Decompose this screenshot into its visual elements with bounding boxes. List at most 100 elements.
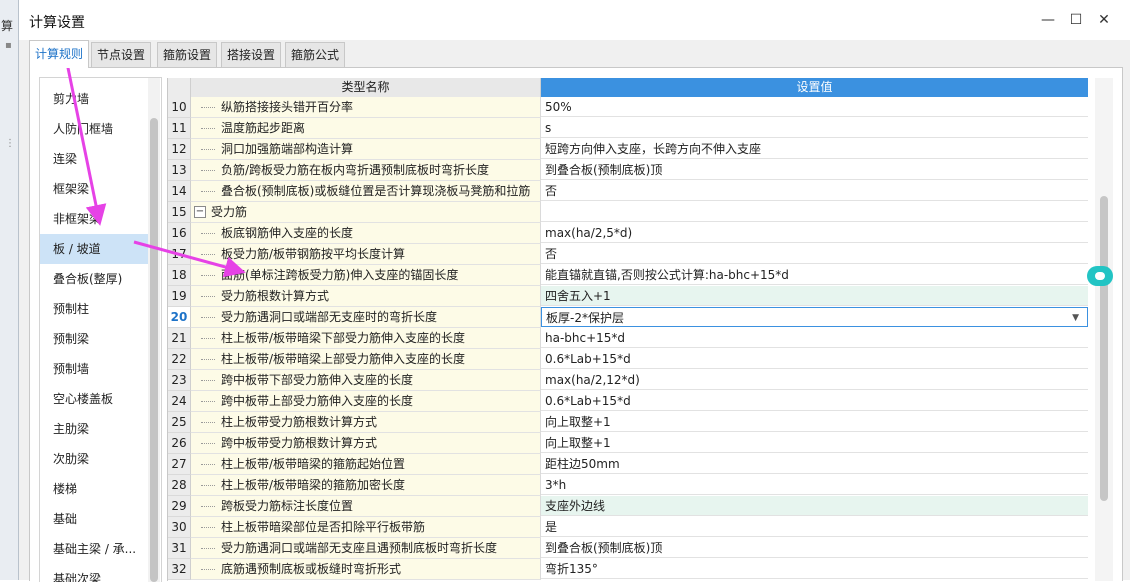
- tab-stirrup-formula[interactable]: 箍筋公式: [285, 42, 346, 67]
- setting-value-cell[interactable]: 向上取整+1: [541, 433, 1088, 453]
- setting-value-cell[interactable]: 短跨方向伸入支座，长跨方向不伸入支座: [541, 139, 1088, 159]
- table-row[interactable]: 10 纵筋搭接接头错开百分率 50%: [168, 97, 1088, 118]
- table-row[interactable]: 29 跨板受力筋标注长度位置 支座外边线: [168, 496, 1088, 517]
- setting-value-cell[interactable]: 0.6*Lab+15*d: [541, 349, 1088, 369]
- list-item-foundation[interactable]: 基础: [40, 504, 148, 534]
- list-item-shear-wall[interactable]: 剪力墙: [40, 84, 148, 114]
- tree-line: [201, 569, 215, 570]
- table-row[interactable]: 23 跨中板带下部受力筋伸入支座的长度 max(ha/2,12*d): [168, 370, 1088, 391]
- type-name-text: 洞口加强筋端部构造计算: [221, 142, 354, 156]
- list-item-coupling-beam[interactable]: 连梁: [40, 144, 148, 174]
- table-row[interactable]: 20 受力筋遇洞口或端部无支座时的弯折长度 板厚-2*保护层 ▼: [168, 307, 1088, 328]
- maximize-button[interactable]: ☐: [1065, 10, 1087, 30]
- setting-value-cell[interactable]: 到叠合板(预制底板)顶: [541, 160, 1088, 180]
- setting-value-cell[interactable]: 支座外边线: [541, 496, 1088, 516]
- setting-value-cell[interactable]: 距柱边50mm: [541, 454, 1088, 474]
- list-item-secondary-rib-beam[interactable]: 次肋梁: [40, 444, 148, 474]
- table-row[interactable]: 13 负筋/跨板受力筋在板内弯折遇预制底板时弯折长度 到叠合板(预制底板)顶: [168, 160, 1088, 181]
- setting-value-text: 到叠合板(预制底板)顶: [545, 541, 663, 555]
- row-number: 30: [168, 517, 191, 538]
- type-name-cell: 板底钢筋伸入支座的长度: [191, 223, 541, 244]
- list-item-foundation-secondary-beam[interactable]: 基础次梁: [40, 564, 148, 582]
- table-row[interactable]: 11 温度筋起步距离 s: [168, 118, 1088, 139]
- type-name-text: 温度筋起步距离: [221, 121, 306, 135]
- table-row[interactable]: 19 受力筋根数计算方式 四舍五入+1: [168, 286, 1088, 307]
- tab-calc-rules[interactable]: 计算规则: [29, 40, 90, 68]
- setting-value-cell[interactable]: [541, 202, 1088, 222]
- collapse-icon[interactable]: −: [194, 206, 206, 218]
- table-row[interactable]: 26 跨中板带受力筋根数计算方式 向上取整+1: [168, 433, 1088, 454]
- setting-value-dropdown[interactable]: 板厚-2*保护层 ▼: [541, 307, 1088, 327]
- grid-scrollbar[interactable]: [1095, 78, 1113, 581]
- table-row[interactable]: 31 受力筋遇洞口或端部无支座且遇预制底板时弯折长度 到叠合板(预制底板)顶: [168, 538, 1088, 559]
- component-type-list: 剪力墙 人防门框墙 连梁 框架梁 非框架梁 板 / 坡道 叠合板(整厚) 预制柱…: [39, 77, 162, 582]
- setting-value-cell[interactable]: 3*h: [541, 475, 1088, 495]
- list-item-hollow-floor-slab[interactable]: 空心楼盖板: [40, 384, 148, 414]
- type-name-cell: 底筋遇预制底板或板缝时弯折形式: [191, 559, 541, 580]
- table-row[interactable]: 24 跨中板带上部受力筋伸入支座的长度 0.6*Lab+15*d: [168, 391, 1088, 412]
- setting-value-cell[interactable]: 四舍五入+1: [541, 286, 1088, 306]
- table-row[interactable]: 16 板底钢筋伸入支座的长度 max(ha/2,5*d): [168, 223, 1088, 244]
- list-item-main-rib-beam[interactable]: 主肋梁: [40, 414, 148, 444]
- table-row[interactable]: 17 板受力筋/板带钢筋按平均长度计算 否: [168, 244, 1088, 265]
- setting-value-cell[interactable]: max(ha/2,5*d): [541, 223, 1088, 243]
- list-item-stair[interactable]: 楼梯: [40, 474, 148, 504]
- table-row[interactable]: 32 底筋遇预制底板或板缝时弯折形式 弯折135°: [168, 559, 1088, 580]
- list-scrollbar-thumb[interactable]: [150, 118, 158, 582]
- setting-value-cell[interactable]: 弯折135°: [541, 559, 1088, 579]
- table-row[interactable]: 22 柱上板带/板带暗梁上部受力筋伸入支座的长度 0.6*Lab+15*d: [168, 349, 1088, 370]
- list-item-precast-column[interactable]: 预制柱: [40, 294, 148, 324]
- list-item-civil-defense-door-wall[interactable]: 人防门框墙: [40, 114, 148, 144]
- type-name-cell: 柱上板带/板带暗梁上部受力筋伸入支座的长度: [191, 349, 541, 370]
- type-name-text: 受力筋遇洞口或端部无支座时的弯折长度: [221, 310, 438, 324]
- tab-node-settings[interactable]: 节点设置: [91, 42, 152, 67]
- close-button[interactable]: ✕: [1093, 10, 1115, 30]
- list-item-precast-wall[interactable]: 预制墙: [40, 354, 148, 384]
- tab-lap-settings[interactable]: 搭接设置: [221, 42, 282, 67]
- type-name-cell: 跨中板带下部受力筋伸入支座的长度: [191, 370, 541, 391]
- list-item-foundation-main-beam[interactable]: 基础主梁 / 承...: [40, 534, 148, 564]
- setting-value-cell[interactable]: 否: [541, 244, 1088, 264]
- list-scrollbar[interactable]: [148, 78, 160, 582]
- setting-value-cell[interactable]: 能直锚就直锚,否则按公式计算:ha-bhc+15*d: [541, 265, 1088, 285]
- background-app-strip: 算 ▪ ⋮: [0, 0, 19, 580]
- list-item-composite-slab[interactable]: 叠合板(整厚): [40, 264, 148, 294]
- grid-header: 类型名称 设置值: [168, 78, 1088, 98]
- table-row[interactable]: 15− 受力筋: [168, 202, 1088, 223]
- setting-value-cell[interactable]: s: [541, 118, 1088, 138]
- grid-scrollbar-thumb[interactable]: [1100, 196, 1108, 501]
- tree-line: [201, 296, 215, 297]
- setting-value-text: 0.6*Lab+15*d: [545, 352, 631, 366]
- setting-value-cell[interactable]: 50%: [541, 97, 1088, 117]
- setting-value-cell[interactable]: 是: [541, 517, 1088, 537]
- list-item-slab-ramp[interactable]: 板 / 坡道: [40, 234, 148, 264]
- table-row[interactable]: 12 洞口加强筋端部构造计算 短跨方向伸入支座，长跨方向不伸入支座: [168, 139, 1088, 160]
- table-row[interactable]: 18 面筋(单标注跨板受力筋)伸入支座的锚固长度 能直锚就直锚,否则按公式计算:ha…: [168, 265, 1088, 286]
- setting-value-cell[interactable]: 0.6*Lab+15*d: [541, 391, 1088, 411]
- table-row[interactable]: 30 柱上板带暗梁部位是否扣除平行板带筋 是: [168, 517, 1088, 538]
- list-item-non-frame-beam[interactable]: 非框架梁: [40, 204, 148, 234]
- list-item-precast-beam[interactable]: 预制梁: [40, 324, 148, 354]
- row-number: 31: [168, 538, 191, 559]
- minimize-button[interactable]: —: [1037, 10, 1059, 30]
- type-name-text: 跨中板带受力筋根数计算方式: [221, 436, 378, 450]
- table-row[interactable]: 25 柱上板带受力筋根数计算方式 向上取整+1: [168, 412, 1088, 433]
- row-number: 32: [168, 559, 191, 580]
- setting-value-text: 距柱边50mm: [545, 457, 620, 471]
- table-row[interactable]: 21 柱上板带/板带暗梁下部受力筋伸入支座的长度 ha-bhc+15*d: [168, 328, 1088, 349]
- setting-value-cell[interactable]: 否: [541, 181, 1088, 201]
- type-name-cell: 柱上板带/板带暗梁的箍筋起始位置: [191, 454, 541, 475]
- setting-value-cell[interactable]: 到叠合板(预制底板)顶: [541, 538, 1088, 558]
- tab-stirrup-settings[interactable]: 箍筋设置: [157, 42, 218, 67]
- setting-value-cell[interactable]: 向上取整+1: [541, 412, 1088, 432]
- type-name-text: 跨中板带上部受力筋伸入支座的长度: [221, 394, 414, 408]
- setting-value-cell[interactable]: ha-bhc+15*d: [541, 328, 1088, 348]
- chevron-down-icon[interactable]: ▼: [1072, 308, 1079, 326]
- tree-line: [201, 401, 215, 402]
- table-row[interactable]: 27 柱上板带/板带暗梁的箍筋起始位置 距柱边50mm: [168, 454, 1088, 475]
- list-item-frame-beam[interactable]: 框架梁: [40, 174, 148, 204]
- table-row[interactable]: 14 叠合板(预制底板)或板缝位置是否计算现浇板马凳筋和拉筋否: [168, 181, 1088, 202]
- setting-value-cell[interactable]: max(ha/2,12*d): [541, 370, 1088, 390]
- table-row[interactable]: 28 柱上板带/板带暗梁的箍筋加密长度 3*h: [168, 475, 1088, 496]
- window-title: 计算设置: [29, 15, 85, 31]
